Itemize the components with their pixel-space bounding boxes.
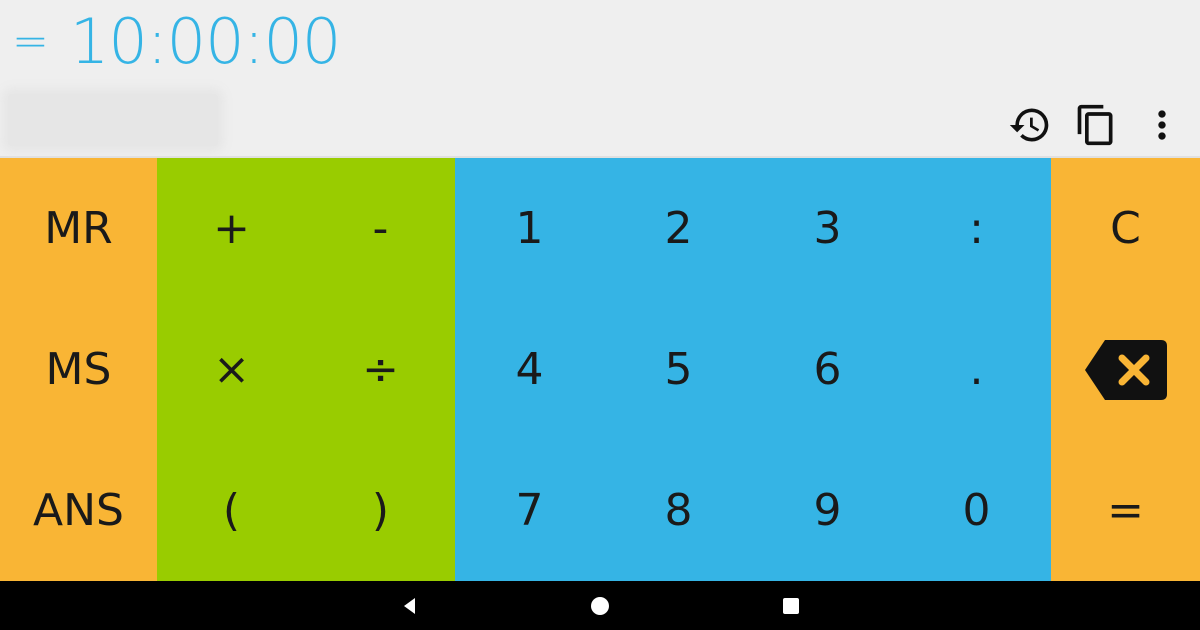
digit-7-key[interactable]: 7 (455, 440, 604, 581)
decimal-point-key[interactable]: . (902, 299, 1051, 440)
more-vert-icon (1158, 110, 1166, 140)
result-value: 10:00:00 (69, 4, 341, 78)
digit-2-key[interactable]: 2 (604, 158, 753, 299)
home-button[interactable] (570, 581, 630, 630)
backspace-key[interactable] (1051, 299, 1200, 440)
keypad: MR + - 1 2 3 : C MS × ÷ 4 5 6 . ANS ( ) … (0, 158, 1200, 581)
digit-1-key[interactable]: 1 (455, 158, 604, 299)
multiply-key[interactable]: × (157, 299, 306, 440)
divide-key[interactable]: ÷ (306, 299, 455, 440)
display-panel: = 10:00:00 (0, 0, 1200, 158)
equals-key[interactable]: = (1051, 440, 1200, 581)
more-options-button[interactable] (1140, 103, 1184, 147)
memory-recall-key[interactable]: MR (0, 158, 157, 299)
colon-key[interactable]: : (902, 158, 1051, 299)
navigation-bar (0, 581, 1200, 630)
answer-key[interactable]: ANS (0, 440, 157, 581)
open-paren-key[interactable]: ( (157, 440, 306, 581)
digit-9-key[interactable]: 9 (753, 440, 902, 581)
expression-display (8, 94, 218, 146)
backspace-icon (1084, 339, 1167, 400)
equals-indicator: = (12, 15, 49, 67)
history-icon (1009, 108, 1049, 142)
digit-3-key[interactable]: 3 (753, 158, 902, 299)
back-button[interactable] (380, 581, 440, 630)
close-paren-key[interactable]: ) (306, 440, 455, 581)
copy-button[interactable] (1074, 103, 1118, 147)
digit-8-key[interactable]: 8 (604, 440, 753, 581)
recents-icon (783, 597, 799, 614)
memory-store-key[interactable]: MS (0, 299, 157, 440)
minus-key[interactable]: - (306, 158, 455, 299)
digit-0-key[interactable]: 0 (902, 440, 1051, 581)
clear-key[interactable]: C (1051, 158, 1200, 299)
digit-5-key[interactable]: 5 (604, 299, 753, 440)
copy-icon (1077, 104, 1113, 146)
back-icon (404, 597, 415, 614)
digit-4-key[interactable]: 4 (455, 299, 604, 440)
history-button[interactable] (1008, 103, 1052, 147)
digit-6-key[interactable]: 6 (753, 299, 902, 440)
plus-key[interactable]: + (157, 158, 306, 299)
recents-button[interactable] (761, 581, 821, 630)
result-display: = 10:00:00 (12, 2, 341, 80)
home-icon (591, 596, 609, 615)
toolbar (1008, 100, 1184, 150)
